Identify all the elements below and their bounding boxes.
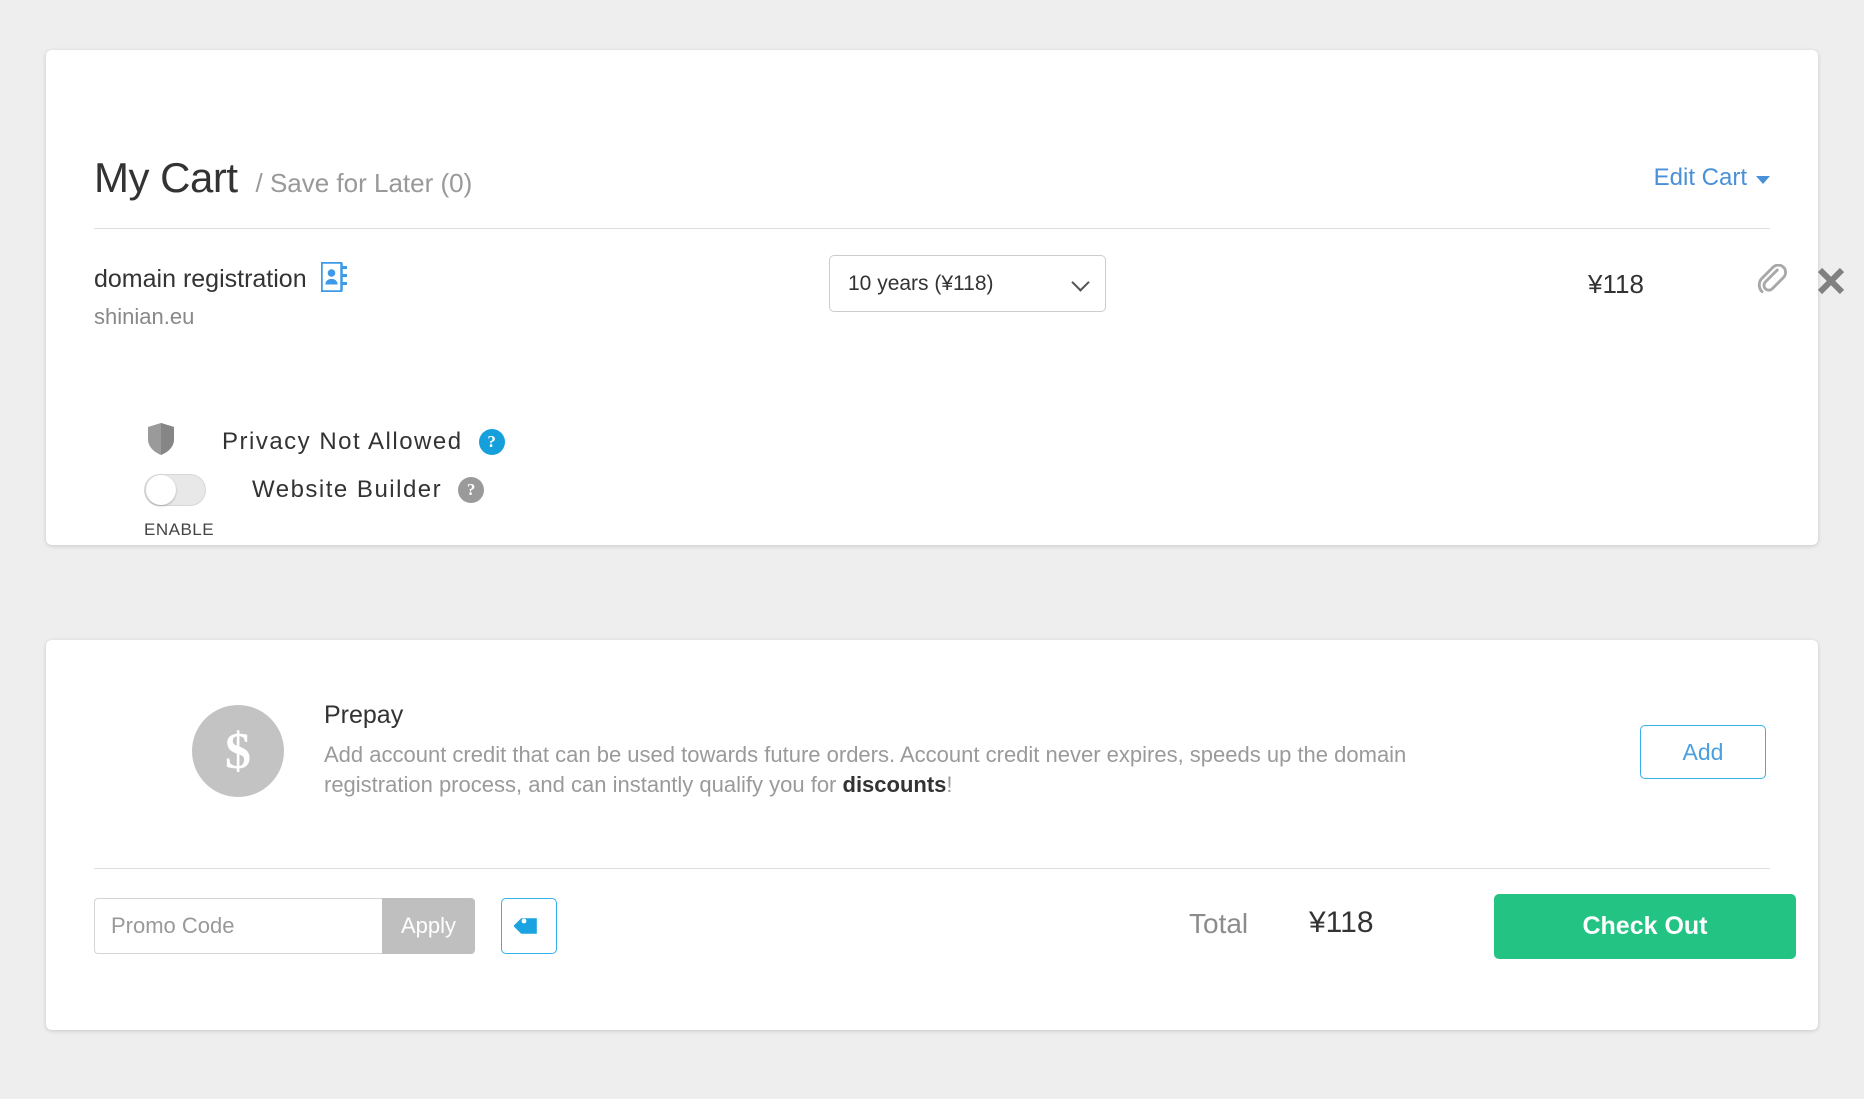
privacy-option-row: Privacy Not Allowed ? <box>146 422 505 461</box>
toggle-knob <box>146 475 176 505</box>
cart-card: My Cart / Save for Later (0) Edit Cart d… <box>46 50 1845 545</box>
add-prepay-button[interactable]: Add <box>1640 725 1766 779</box>
edit-cart-label: Edit Cart <box>1653 164 1747 191</box>
checkout-button[interactable]: Check Out <box>1494 894 1796 959</box>
promo-code-input[interactable] <box>94 898 382 954</box>
prepay-title: Prepay <box>324 701 404 729</box>
total-value: ¥118 <box>1309 906 1374 939</box>
tag-icon <box>514 918 537 934</box>
term-select[interactable]: 10 years (¥118) <box>829 255 1106 312</box>
privacy-label: Privacy Not Allowed <box>222 427 463 455</box>
edit-cart-button[interactable]: Edit Cart <box>1654 164 1770 192</box>
cart-item-row: domain registration shinian.eu 10 years … <box>94 255 1845 352</box>
enable-label: ENABLE <box>144 520 215 539</box>
prepay-description: Add account credit that can be used towa… <box>324 740 1474 799</box>
paperclip-icon[interactable] <box>1754 263 1788 303</box>
apply-promo-button[interactable]: Apply <box>382 898 475 954</box>
item-name-group: domain registration <box>94 261 347 297</box>
dollar-icon: $ <box>192 705 284 797</box>
order-summary-card: $ Prepay Add account credit that can be … <box>46 640 1818 1030</box>
discounts-link[interactable]: discounts <box>843 772 947 797</box>
header-divider <box>94 228 1770 229</box>
cart-header: My Cart / Save for Later (0) Edit Cart <box>94 128 1770 228</box>
chevron-down-icon <box>1071 273 1090 292</box>
website-builder-option-row: Website Builder ? <box>144 474 485 506</box>
address-book-icon[interactable] <box>319 261 347 297</box>
order-footer-row: Apply Total ¥118 Check Out <box>94 894 1796 968</box>
page-title: My Cart <box>94 154 238 201</box>
tag-button[interactable] <box>501 898 557 954</box>
save-for-later-link[interactable]: / Save for Later (0) <box>256 168 473 199</box>
chevron-down-icon <box>1756 176 1770 184</box>
remove-item-button[interactable] <box>1816 266 1846 301</box>
website-builder-toggle[interactable] <box>144 474 206 506</box>
prepay-description-part2: ! <box>946 771 953 797</box>
privacy-help-icon[interactable]: ? <box>478 428 505 455</box>
cart-title-group: My Cart / Save for Later (0) <box>94 154 472 202</box>
shield-icon <box>146 422 176 461</box>
website-builder-help-icon[interactable]: ? <box>458 477 485 503</box>
total-label: Total <box>1189 908 1249 939</box>
cart-page: My Cart / Save for Later (0) Edit Cart d… <box>0 0 1864 1099</box>
item-domain[interactable]: shinian.eu <box>94 304 194 330</box>
website-builder-label: Website Builder <box>252 476 443 503</box>
term-select-value: 10 years (¥118) <box>848 271 994 295</box>
prepay-row: $ Prepay Add account credit that can be … <box>94 701 1770 840</box>
prepay-text-group: Prepay Add account credit that can be us… <box>324 701 1474 799</box>
order-divider <box>94 868 1770 869</box>
promo-group: Apply <box>94 898 475 954</box>
item-price: ¥118 <box>1588 269 1644 299</box>
item-title: domain registration <box>94 265 307 293</box>
